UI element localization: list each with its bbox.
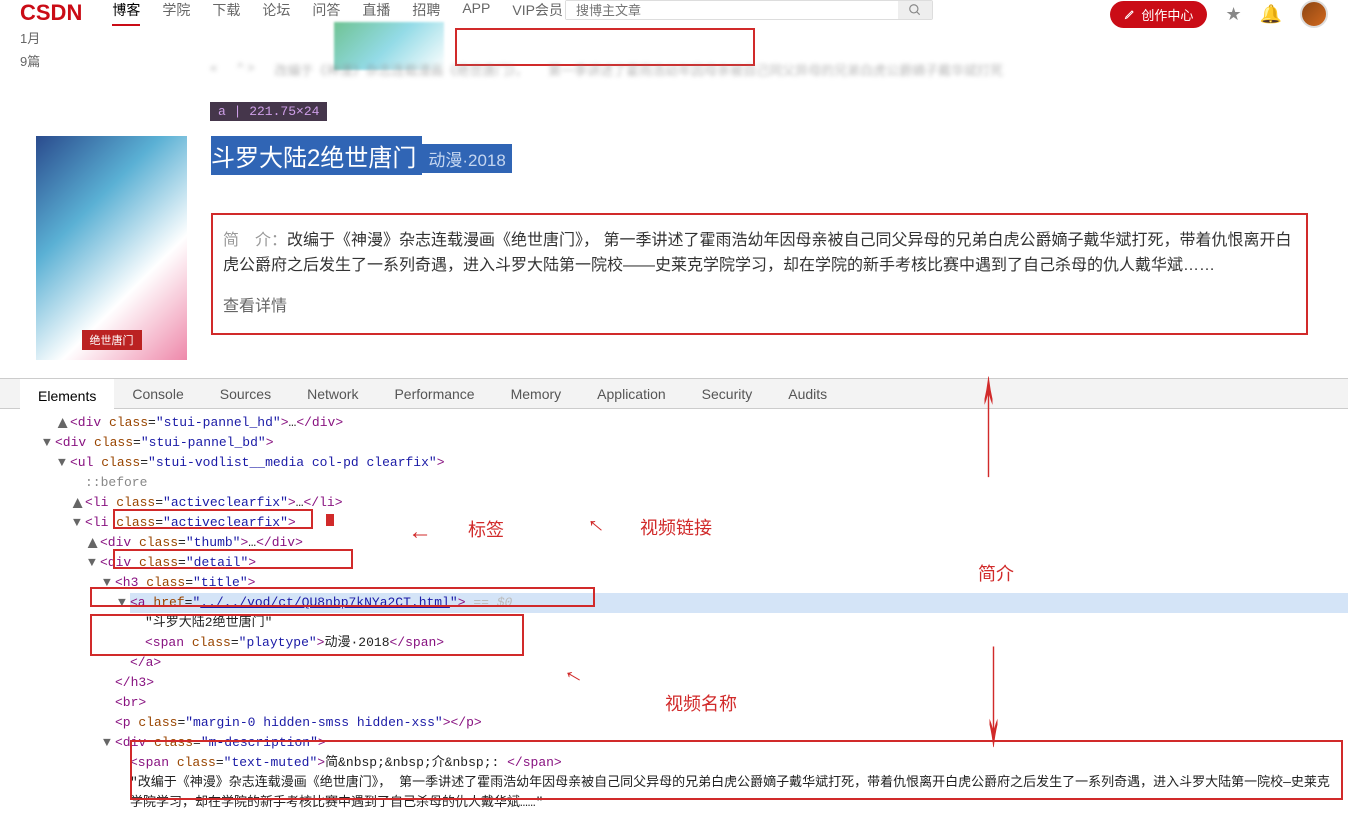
logo[interactable]: CSDN [20,0,82,26]
search-icon [908,3,922,17]
bell-icon[interactable]: 🔔 [1260,4,1282,25]
arrow-up-icon: ↑ [980,322,997,517]
ann-video-name: 视频名称 [665,690,737,716]
create-label: 创作中心 [1141,5,1193,24]
nav-blog[interactable]: 博客 [112,0,140,26]
thumb-1[interactable]: 绝世唐门 [36,136,187,360]
ann-synopsis: 简介 [978,560,1014,586]
blurred-row: «^ >改编于《神漫》杂志连载漫画《绝世唐门》，第一季讲述了霍雨浩幼年因母亲被自… [0,60,1348,92]
card1-title[interactable]: 斗罗大陆2绝世唐门 [211,136,422,175]
search-button[interactable] [898,1,932,19]
nav-vip[interactable]: VIP会员 [512,0,563,26]
desc-label: 简 介： [223,232,287,249]
devtools-tabs: Elements Console Sources Network Perform… [0,379,1348,409]
tab-audits[interactable]: Audits [770,386,845,402]
description-box: 简 介：改编于《神漫》杂志连载漫画《绝世唐门》， 第一季讲述了霍雨浩幼年因母亲被… [211,213,1308,335]
tab-console[interactable]: Console [114,386,201,402]
desc-text: 改编于《神漫》杂志连载漫画《绝世唐门》， 第一季讲述了霍雨浩幼年因母亲被自己同父… [223,232,1291,274]
tab-memory[interactable]: Memory [493,386,580,402]
card1-subtitle: 动漫·2018 [422,144,511,173]
detail-link[interactable]: 查看详情 [223,295,1292,320]
bottom-red-box [130,740,1343,800]
nav-app[interactable]: APP [462,0,490,26]
pencil-icon [1124,8,1136,20]
thumb-badge: 绝世唐门 [82,330,142,350]
ann-tag: 标签 [468,516,504,542]
avatar[interactable] [1300,0,1328,28]
nav-forum[interactable]: 论坛 [262,0,290,26]
tab-sources[interactable]: Sources [202,386,289,402]
create-button[interactable]: 创作中心 [1110,1,1207,28]
title-row: 斗罗大陆2绝世唐门动漫·2018 [211,136,1338,175]
content: «^ >改编于《神漫》杂志连载漫画《绝世唐门》，第一季讲述了霍雨浩幼年因母亲被自… [0,40,1348,436]
tab-performance[interactable]: Performance [376,386,492,402]
dimension-badge: a | 221.75×24 [210,102,327,121]
ann-video-link: 视频链接 [640,514,712,540]
nav-download[interactable]: 下载 [212,0,240,26]
search-box [565,0,933,20]
tab-network[interactable]: Network [289,386,376,402]
header-right: 创作中心 ★ 🔔 [1110,0,1328,28]
tab-security[interactable]: Security [684,386,771,402]
search-input[interactable] [566,1,898,19]
header: CSDN 博客 学院 下载 论坛 问答 直播 招聘 APP VIP会员 创作中心… [0,0,1348,26]
nav-college[interactable]: 学院 [162,0,190,26]
arrow-left-icon: ← [408,518,432,546]
card-1: 绝世唐门 斗罗大陆2绝世唐门动漫·2018 简 介：改编于《神漫》杂志连载漫画《… [0,136,1348,360]
tab-application[interactable]: Application [579,386,684,402]
star-icon[interactable]: ★ [1225,4,1241,25]
tab-elements[interactable]: Elements [20,379,114,409]
